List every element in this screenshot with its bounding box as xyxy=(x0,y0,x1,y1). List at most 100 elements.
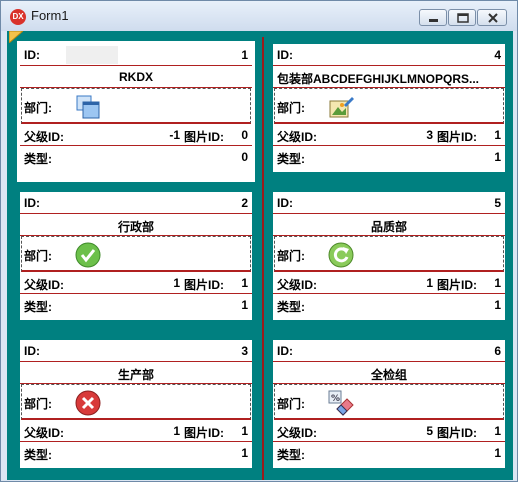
name-row: RKDX xyxy=(20,66,252,88)
id-row: ID: 2 xyxy=(20,192,252,214)
dept-row[interactable]: 部门: % xyxy=(274,384,504,420)
app-icon: DX xyxy=(10,9,26,25)
id-label: ID: xyxy=(24,48,40,62)
pic-id-value: 1 xyxy=(494,128,501,142)
svg-text:%: % xyxy=(331,394,340,404)
id-value: 4 xyxy=(494,48,501,62)
parent-id-label: 父级ID: xyxy=(24,130,64,144)
id-label: ID: xyxy=(277,48,293,62)
name-value: 行政部 xyxy=(117,220,154,234)
record-card[interactable]: ID: 4 包装部ABCDEFGHIJKLMNOPQRS... 部门: 父级ID… xyxy=(273,44,505,172)
dept-row[interactable]: 部门: xyxy=(21,236,251,272)
name-value: 包装部ABCDEFGHIJKLMNOPQRS... xyxy=(277,72,480,86)
parent-id-label: 父级ID: xyxy=(277,426,317,440)
parent-id-value: 1 xyxy=(173,276,180,290)
minimize-icon xyxy=(429,19,438,22)
type-value: 1 xyxy=(494,298,501,312)
name-value: 品质部 xyxy=(370,220,407,234)
minimize-button[interactable] xyxy=(419,9,447,26)
id-value: 3 xyxy=(241,344,248,358)
dept-row[interactable]: 部门: xyxy=(274,236,504,272)
pic-id-label: 图片ID: xyxy=(184,426,224,440)
record-card[interactable]: ID: 1 RKDX 部门: 父级ID: -1 图片ID: 0 类型: 0 xyxy=(17,41,255,182)
id-value: 1 xyxy=(241,48,248,62)
form-window: DX Form1 ID: 1 RKDX 部门: 父级ID: -1 图片ID: 0… xyxy=(0,0,518,482)
title-bar[interactable]: DX Form1 xyxy=(1,1,517,31)
id-label: ID: xyxy=(277,196,293,210)
dept-row[interactable]: 部门: xyxy=(21,88,251,124)
maximize-button[interactable] xyxy=(448,9,476,26)
id-value: 6 xyxy=(494,344,501,358)
record-card[interactable]: ID: 2 行政部 部门: 父级ID: 1 图片ID: 1 类型: 1 xyxy=(20,192,252,320)
close-button[interactable] xyxy=(477,9,507,26)
close-circle-icon xyxy=(75,390,101,416)
type-row: 类型: 1 xyxy=(273,442,505,464)
parent-row: 父级ID: 1 图片ID: 1 xyxy=(273,272,505,294)
pic-id-value: 1 xyxy=(494,276,501,290)
record-card[interactable]: ID: 6 全检组 部门: % 父级ID: 5 图片ID: 1 类型: 1 xyxy=(273,340,505,468)
record-card[interactable]: ID: 5 品质部 部门: 父级ID: 1 图片ID: 1 类型: 1 xyxy=(273,192,505,320)
id-value: 5 xyxy=(494,196,501,210)
type-value: 1 xyxy=(241,298,248,312)
name-row: 包装部ABCDEFGHIJKLMNOPQRS... xyxy=(273,66,505,88)
parent-row: 父级ID: 1 图片ID: 1 xyxy=(20,420,252,442)
parent-id-label: 父级ID: xyxy=(277,278,317,292)
pic-id-label: 图片ID: xyxy=(437,278,477,292)
dept-row[interactable]: 部门: xyxy=(21,384,251,420)
dept-row[interactable]: 部门: xyxy=(274,88,504,124)
parent-id-value: 5 xyxy=(426,424,433,438)
id-row: ID: 4 xyxy=(273,44,505,66)
parent-row: 父级ID: -1 图片ID: 0 xyxy=(20,124,252,146)
type-row: 类型: 1 xyxy=(273,146,505,168)
type-label: 类型: xyxy=(24,300,52,314)
pic-id-label: 图片ID: xyxy=(184,130,224,144)
id-row: ID: 6 xyxy=(273,340,505,362)
type-row: 类型: 1 xyxy=(20,294,252,316)
id-row: ID: 5 xyxy=(273,192,505,214)
parent-id-label: 父级ID: xyxy=(24,278,64,292)
type-label: 类型: xyxy=(24,152,52,166)
type-value: 1 xyxy=(494,150,501,164)
window-title: Form1 xyxy=(31,8,69,23)
name-value: 生产部 xyxy=(117,368,154,382)
dept-label: 部门: xyxy=(277,249,305,263)
parent-id-value: -1 xyxy=(169,128,180,142)
type-value: 0 xyxy=(241,150,248,164)
record-card[interactable]: ID: 3 生产部 部门: 父级ID: 1 图片ID: 1 类型: 1 xyxy=(20,340,252,468)
dept-label: 部门: xyxy=(24,249,52,263)
name-row: 全检组 xyxy=(273,362,505,384)
id-label: ID: xyxy=(24,196,40,210)
close-icon xyxy=(488,13,498,23)
id-value: 2 xyxy=(241,196,248,210)
refresh-icon xyxy=(328,242,354,268)
check-icon xyxy=(75,242,101,268)
column-divider xyxy=(262,37,264,480)
eraser-icon: % xyxy=(328,390,354,416)
parent-id-label: 父级ID: xyxy=(24,426,64,440)
pic-id-label: 图片ID: xyxy=(437,130,477,144)
pic-id-label: 图片ID: xyxy=(437,426,477,440)
focus-highlight xyxy=(66,46,118,64)
parent-id-value: 1 xyxy=(173,424,180,438)
type-row: 类型: 0 xyxy=(20,146,252,168)
id-row: ID: 1 xyxy=(20,44,252,66)
type-value: 1 xyxy=(494,446,501,460)
picture-edit-icon xyxy=(329,97,354,118)
dept-label: 部门: xyxy=(24,397,52,411)
parent-row: 父级ID: 1 图片ID: 1 xyxy=(20,272,252,294)
name-row: 行政部 xyxy=(20,214,252,236)
dept-label: 部门: xyxy=(277,397,305,411)
id-label: ID: xyxy=(277,344,293,358)
type-label: 类型: xyxy=(277,152,305,166)
type-row: 类型: 1 xyxy=(273,294,505,316)
type-value: 1 xyxy=(241,446,248,460)
dept-label: 部门: xyxy=(277,101,305,115)
name-value: RKDX xyxy=(118,70,153,84)
pic-id-label: 图片ID: xyxy=(184,278,224,292)
pic-id-value: 1 xyxy=(494,424,501,438)
type-label: 类型: xyxy=(277,448,305,462)
card-view: ID: 1 RKDX 部门: 父级ID: -1 图片ID: 0 类型: 0 ID… xyxy=(7,31,513,480)
parent-id-value: 3 xyxy=(426,128,433,142)
name-row: 品质部 xyxy=(273,214,505,236)
parent-id-label: 父级ID: xyxy=(277,130,317,144)
